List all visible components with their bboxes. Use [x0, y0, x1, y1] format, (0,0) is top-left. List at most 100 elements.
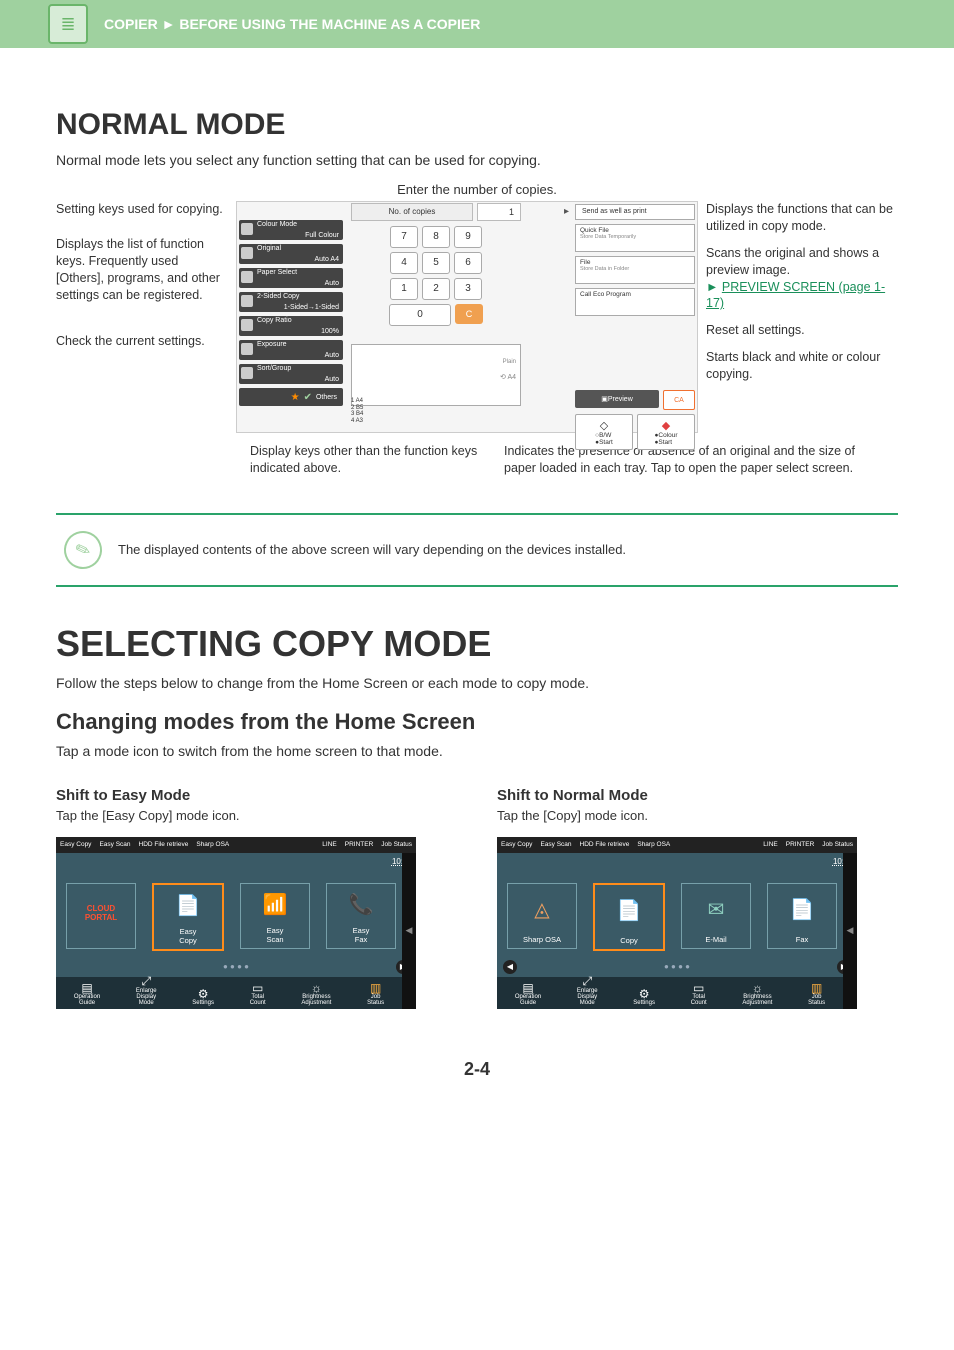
hs-status: Job Status: [381, 841, 412, 848]
keypad-2[interactable]: 2: [422, 278, 450, 300]
tile-copy[interactable]: 📄Copy: [593, 883, 665, 951]
keypad-0[interactable]: 0: [389, 304, 451, 326]
tile-easy-scan[interactable]: 📶EasyScan: [240, 883, 310, 949]
callout-check-settings: Check the current settings.: [56, 333, 228, 350]
setting-row[interactable]: Colour ModeFull Colour: [239, 220, 343, 240]
callout-start: Starts black and white or colour copying…: [706, 349, 898, 383]
hs-page-dots: ● ● ● ●▶◀: [497, 962, 857, 971]
lead-normal-mode: Normal mode lets you select any function…: [56, 152, 898, 168]
diamond-icon: ◇: [600, 419, 608, 432]
tile-cloud-portal[interactable]: CLOUDPORTAL: [66, 883, 136, 949]
note-text: The displayed contents of the above scre…: [118, 542, 626, 557]
speaker-icon[interactable]: ◀: [843, 853, 857, 1009]
others-button[interactable]: ★✔Others: [239, 388, 343, 406]
callout-functions: Displays the functions that can be utili…: [706, 201, 898, 235]
heading-changing: Changing modes from the Home Screen: [56, 709, 898, 735]
keypad-clear[interactable]: C: [455, 304, 483, 324]
tray-list: 1 A42 B53 B44 A3: [351, 398, 363, 424]
setting-row[interactable]: ExposureAuto: [239, 340, 343, 360]
action-item[interactable]: Call Eco Program: [575, 288, 695, 316]
prev-page-icon[interactable]: ◀: [503, 960, 517, 974]
hs-top-item[interactable]: Easy Copy: [60, 841, 91, 848]
action-item[interactable]: Quick FileStore Data Temporarily: [575, 224, 695, 252]
keypad-4[interactable]: 4: [390, 252, 418, 274]
tile-easy-fax[interactable]: 📞EasyFax: [326, 883, 396, 949]
clear-all-button[interactable]: CA: [663, 390, 695, 410]
hs-top-item[interactable]: Easy Scan: [540, 841, 571, 848]
hs-bottom-job-status[interactable]: ▥JobStatus: [367, 982, 384, 1007]
hs-bottom-operation-guide[interactable]: ▤OperationGuide: [74, 982, 100, 1007]
home-screen-normal: Easy Copy Easy Scan HDD File retrieve Sharp…: [497, 837, 857, 1009]
keypad-5[interactable]: 5: [422, 252, 450, 274]
keypad-8[interactable]: 8: [422, 226, 450, 248]
hs-bottom-total-count[interactable]: ▭TotalCount: [250, 982, 266, 1007]
hs-status: LINE: [763, 841, 777, 848]
tray-a4: ⟲ A4: [500, 373, 516, 381]
copier-section-icon: ≣: [48, 4, 88, 44]
diamond-icon: ◆: [662, 419, 670, 432]
lead-selecting: Follow the steps below to change from th…: [56, 675, 898, 691]
actions-header[interactable]: ▸ Send as well as print: [575, 204, 695, 220]
breadcrumb-sep: ►: [162, 16, 176, 32]
hs-top-item[interactable]: HDD File retrieve: [580, 841, 630, 848]
copies-value[interactable]: 1: [477, 203, 521, 221]
callout-function-list: Displays the list of function keys. Freq…: [56, 236, 228, 304]
setting-row[interactable]: Paper SelectAuto: [239, 268, 343, 288]
star-icon: ★: [291, 392, 300, 403]
copier-panel-diagram: Colour ModeFull Colour OriginalAuto A4 Pap…: [236, 201, 698, 433]
bw-start-button[interactable]: ◇ ○B/W●Start: [575, 414, 633, 450]
hs-bottom-job-status[interactable]: ▥JobStatus: [808, 982, 825, 1007]
keypad-6[interactable]: 6: [454, 252, 482, 274]
keypad-9[interactable]: 9: [454, 226, 482, 248]
hs-bottom-brightness-adjustment[interactable]: ☼BrightnessAdjustment: [301, 982, 331, 1007]
hs-top-item[interactable]: Easy Scan: [99, 841, 130, 848]
setting-row[interactable]: OriginalAuto A4: [239, 244, 343, 264]
note-icon: ✎: [59, 525, 108, 574]
tray-area[interactable]: Plain ⟲ A4: [351, 344, 521, 406]
hs-top-item[interactable]: HDD File retrieve: [139, 841, 189, 848]
keypad-3[interactable]: 3: [454, 278, 482, 300]
action-item[interactable]: FileStore Data in Folder: [575, 256, 695, 284]
setting-row[interactable]: Copy Ratio100%: [239, 316, 343, 336]
link-arrow-icon: ►: [706, 280, 718, 294]
hs-top-item[interactable]: Sharp OSA: [196, 841, 229, 848]
hs-bottom-enlarge-display-mode[interactable]: ⤢EnlargeDisplayMode: [577, 975, 598, 1006]
keypad-7[interactable]: 7: [390, 226, 418, 248]
setting-icon: [241, 295, 253, 307]
hs-bottom-settings[interactable]: ⚙Settings: [192, 988, 214, 1007]
tile-e-mail[interactable]: ✉E-Mail: [681, 883, 751, 949]
hs-status: PRINTER: [786, 841, 815, 848]
preview-button[interactable]: ▣ Preview: [575, 390, 659, 408]
tile-easy-copy[interactable]: 📄EasyCopy: [152, 883, 224, 951]
check-icon: ✔: [304, 392, 312, 403]
lead-shift-normal: Tap the [Copy] mode icon.: [497, 808, 898, 823]
note-block: ✎ The displayed contents of the above sc…: [56, 513, 898, 587]
breadcrumb: COPIER ► BEFORE USING THE MACHINE AS A C…: [104, 16, 480, 32]
hs-bottom-settings[interactable]: ⚙Settings: [633, 988, 655, 1007]
hs-bottom-operation-guide[interactable]: ▤OperationGuide: [515, 982, 541, 1007]
heading-selecting: SELECTING COPY MODE: [56, 623, 898, 665]
hs-bottom-total-count[interactable]: ▭TotalCount: [691, 982, 707, 1007]
colour-start-button[interactable]: ◆ ●Colour●Start: [637, 414, 695, 450]
speaker-icon[interactable]: ◀: [402, 853, 416, 1009]
hs-top-item[interactable]: Easy Copy: [501, 841, 532, 848]
tile-fax[interactable]: 📄Fax: [767, 883, 837, 949]
tile-sharp-osa[interactable]: ◬Sharp OSA: [507, 883, 577, 949]
preview-screen-link[interactable]: PREVIEW SCREEN (page 1-17): [706, 280, 885, 311]
setting-icon: [241, 367, 253, 379]
hs-bottom-enlarge-display-mode[interactable]: ⤢EnlargeDisplayMode: [136, 975, 157, 1006]
setting-icon: [241, 223, 253, 235]
page-number: 2-4: [56, 1059, 898, 1080]
heading-shift-easy: Shift to Easy Mode: [56, 787, 457, 804]
lead-shift-easy: Tap the [Easy Copy] mode icon.: [56, 808, 457, 823]
hs-bottom-brightness-adjustment[interactable]: ☼BrightnessAdjustment: [742, 982, 772, 1007]
hs-top-item[interactable]: Sharp OSA: [637, 841, 670, 848]
setting-icon: [241, 271, 253, 283]
expand-icon[interactable]: ▸: [564, 205, 569, 219]
keypad-1[interactable]: 1: [390, 278, 418, 300]
setting-row[interactable]: Sort/GroupAuto: [239, 364, 343, 384]
setting-icon: [241, 319, 253, 331]
setting-icon: [241, 247, 253, 259]
setting-row[interactable]: 2-Sided Copy1-Sided→1-Sided: [239, 292, 343, 312]
breadcrumb-section: COPIER: [104, 16, 158, 32]
